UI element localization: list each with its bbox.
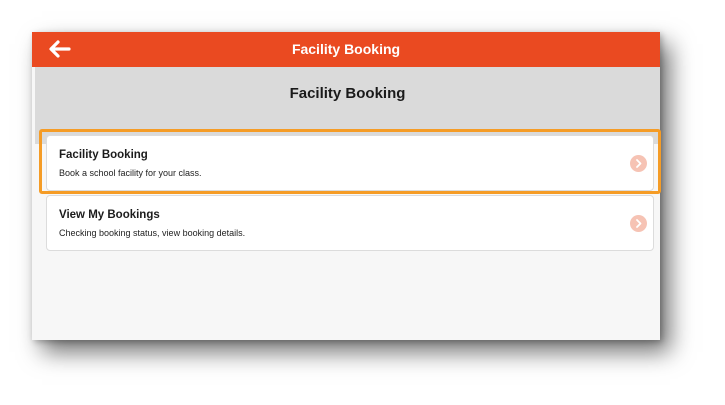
menu-item-facility-booking[interactable]: Facility Booking Book a school facility …	[46, 135, 654, 191]
section-header: Facility Booking	[35, 67, 660, 144]
chevron-right-icon	[630, 155, 647, 172]
menu-item-description: Book a school facility for your class.	[59, 168, 202, 178]
app-screen: Facility Booking Facility Booking Facili…	[32, 32, 660, 340]
menu-item-description: Checking booking status, view booking de…	[59, 228, 246, 238]
chevron-right-icon	[630, 215, 647, 232]
top-bar: Facility Booking	[32, 32, 660, 67]
menu-item-view-my-bookings[interactable]: View My Bookings Checking booking status…	[46, 195, 654, 251]
menu-item-title: Facility Booking	[59, 149, 148, 161]
section-title: Facility Booking	[289, 85, 406, 102]
menu-item-title: View My Bookings	[59, 209, 160, 221]
page-title: Facility Booking	[291, 41, 401, 57]
